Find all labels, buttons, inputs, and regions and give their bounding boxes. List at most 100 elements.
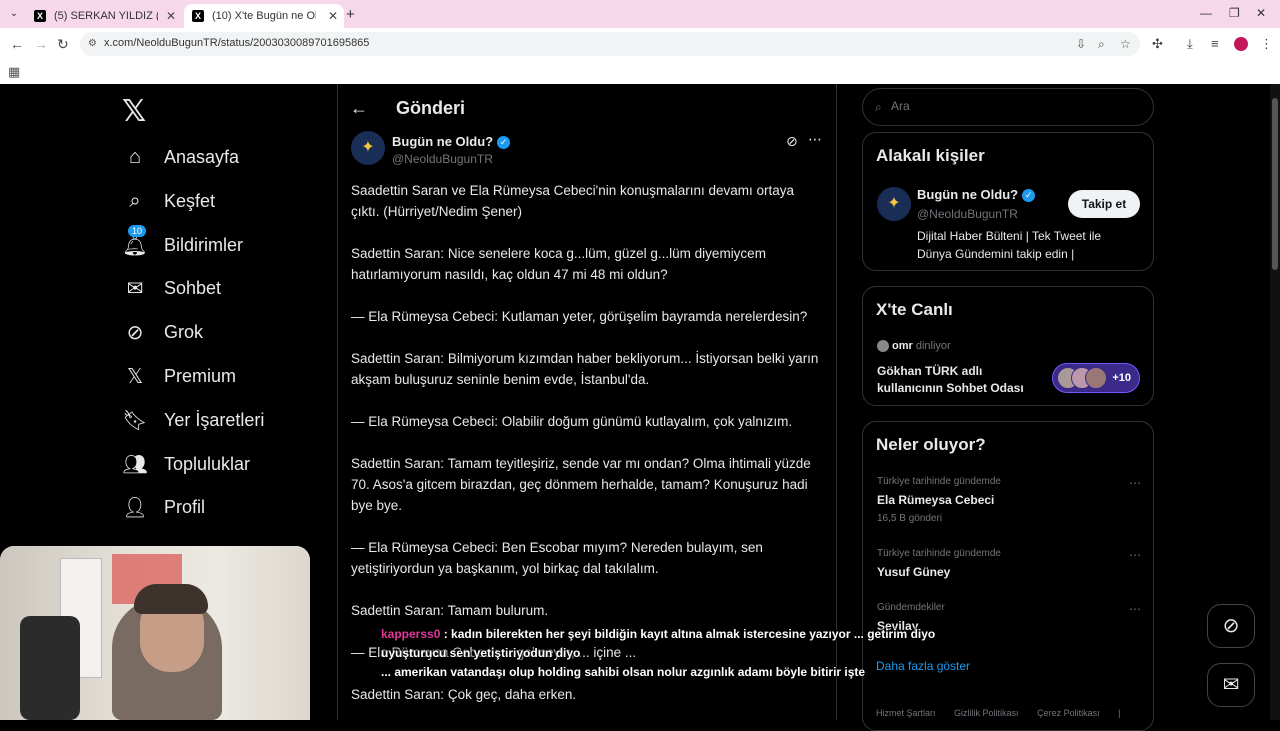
related-avatar[interactable]: ✦	[877, 187, 911, 221]
webcam-overlay	[0, 546, 310, 720]
card-title: Alakalı kişiler	[876, 146, 985, 165]
nav-label: Anasayfa	[164, 146, 240, 167]
install-icon[interactable]: ⇩	[1076, 37, 1086, 51]
webcam-hair	[134, 584, 208, 614]
apps-grid-icon[interactable]: ▦	[8, 64, 20, 80]
nav-label: Sohbet	[164, 277, 222, 298]
post-paragraph: — Ela Rümeysa Cebeci: Ben Escobar mıyım?…	[351, 540, 763, 576]
post-paragraph: Sadettin Saran: Bilmiyorum kızımdan habe…	[351, 351, 819, 387]
column-divider	[337, 84, 338, 720]
tab-close-icon[interactable]: ✕	[328, 4, 338, 28]
trend-context: Türkiye tarihinde gündemde	[877, 548, 1001, 559]
more-options-icon[interactable]: ⋯	[1129, 548, 1141, 562]
post-paragraph: Saadettin Saran ve Ela Rümeysa Cebeci'ni…	[351, 183, 795, 219]
search-bar[interactable]: ⌕	[862, 88, 1154, 126]
grok-fab-icon[interactable]: ⊘	[1207, 604, 1255, 648]
back-icon[interactable]: ←	[10, 36, 24, 52]
trend-item[interactable]: Türkiye tarihinde gündemde Ela Rümeysa C…	[877, 476, 1141, 524]
browser-tab[interactable]: X (5) SERKAN YILDIZ (@serkan80) ✕	[26, 4, 182, 28]
avatar	[877, 340, 889, 353]
browser-tab-active[interactable]: X (10) X'te Bugün ne Oldu?: "Saad ✕	[184, 4, 344, 28]
card-title: Neler oluyor?	[876, 435, 986, 454]
search-icon: ⌕	[875, 100, 882, 114]
nav-bookmarks[interactable]: 🔖︎ Yer İşaretleri	[122, 400, 264, 440]
nav-communities[interactable]: 👥︎ Topluluklar	[122, 444, 250, 484]
people-icon: 👥︎	[122, 453, 148, 476]
search-icon: ⌕	[129, 189, 141, 212]
chat-message: kapperss0 : kadın bilerekten her şeyi bi…	[381, 625, 941, 663]
chat-username: kapperss0	[381, 627, 441, 641]
search-input[interactable]	[891, 99, 1131, 113]
trend-context: Gündemdekiler	[877, 602, 945, 613]
tab-close-icon[interactable]: ✕	[166, 4, 176, 28]
reload-icon[interactable]: ↻	[57, 36, 69, 53]
extensions-icon[interactable]: ✣	[1152, 36, 1163, 52]
author-handle[interactable]: @NeolduBugunTR	[392, 152, 493, 166]
live-room-title[interactable]: Gökhan TÜRK adlı kullanıcının Sohbet Oda…	[877, 363, 1047, 397]
post-paragraph: Sadettin Saran: Nice senelere koca g...l…	[351, 246, 766, 282]
more-options-icon[interactable]: ⋯	[1129, 476, 1141, 490]
nav-label: Topluluklar	[164, 453, 251, 474]
menu-icon[interactable]: ⋮	[1260, 36, 1273, 52]
forward-icon[interactable]: →	[34, 36, 48, 52]
trend-item[interactable]: Türkiye tarihinde gündemde Yusuf Güney ⋯	[877, 548, 1141, 579]
nav-label: Keşfet	[164, 190, 216, 211]
related-name[interactable]: Bugün ne Oldu? ✓	[917, 187, 1036, 203]
nav-notifications[interactable]: 🔔︎ 10 Bildirimler	[122, 224, 243, 265]
live-user: omr dinliyor	[877, 340, 951, 353]
live-listeners[interactable]: +10	[1052, 363, 1140, 393]
zoom-icon[interactable]: ⌕	[1098, 37, 1105, 52]
author-name[interactable]: Bugün ne Oldu? ✓	[392, 134, 511, 150]
tab-title: (10) X'te Bugün ne Oldu?: "Saad	[212, 10, 316, 22]
more-options-icon[interactable]: ⋯	[1129, 602, 1141, 616]
footer-link: |	[1118, 708, 1121, 718]
minimize-icon[interactable]: —	[1200, 6, 1212, 20]
close-window-icon[interactable]: ✕	[1256, 6, 1266, 20]
notification-badge: 10	[128, 224, 147, 237]
footer-link[interactable]: Hizmet Şartları	[876, 708, 936, 718]
author-avatar[interactable]: ✦	[351, 131, 385, 165]
x-icon: 𝕏	[126, 365, 144, 388]
site-info-icon[interactable]: ⚙	[88, 38, 100, 50]
nav-label: Grok	[164, 321, 204, 342]
nav-messages[interactable]: ✉ Sohbet	[122, 268, 221, 308]
media-icon[interactable]: ≡	[1211, 36, 1219, 51]
browser-tab-bar: ⌄ X (5) SERKAN YILDIZ (@serkan80) ✕ X (1…	[0, 0, 1280, 28]
bookmark-star-icon[interactable]: ☆	[1120, 37, 1131, 51]
more-options-icon[interactable]: ⋯	[808, 131, 822, 148]
downloads-icon[interactable]: ⤓	[1187, 36, 1193, 52]
home-icon: ⌂	[128, 145, 142, 168]
tab-search-icon[interactable]: ⌄	[6, 6, 22, 22]
trend-count: 16,5 B gönderi	[877, 513, 943, 524]
footer-links: Hizmet Şartları Gizlilik Politikası Çere…	[876, 708, 1136, 718]
nav-premium[interactable]: 𝕏 Premium	[122, 356, 236, 396]
grok-icon: ⊘	[126, 321, 144, 344]
scrollbar[interactable]	[1270, 84, 1280, 720]
x-logo-icon[interactable]: 𝕏	[122, 94, 146, 129]
restore-icon[interactable]: ❐	[1229, 6, 1240, 20]
nav-grok[interactable]: ⊘ Grok	[122, 312, 203, 352]
related-handle[interactable]: @NeolduBugunTR	[917, 207, 1018, 221]
messages-fab-icon[interactable]: ✉	[1207, 663, 1255, 707]
nav-home[interactable]: ⌂ Anasayfa	[122, 137, 239, 177]
footer-link[interactable]: Çerez Politikası	[1037, 708, 1100, 718]
post-header: ← Gönderi	[350, 96, 465, 120]
nav-profile[interactable]: 👤︎ Profil	[122, 487, 205, 527]
footer-link[interactable]: Gizlilik Politikası	[954, 708, 1019, 718]
tab-title: (5) SERKAN YILDIZ (@serkan80)	[54, 10, 158, 22]
listener-count: +10	[1112, 372, 1131, 384]
nav-explore[interactable]: ⌕ Keşfet	[122, 181, 215, 221]
profile-avatar-icon[interactable]	[1234, 37, 1248, 51]
trend-name: Yusuf Güney	[877, 565, 951, 579]
back-arrow-icon[interactable]: ←	[350, 98, 368, 119]
x-favicon-icon: X	[192, 10, 204, 22]
grok-icon[interactable]: ⊘	[786, 133, 798, 150]
scroll-thumb[interactable]	[1272, 98, 1278, 270]
post-paragraph: — Ela Rümeysa Cebeci: Olabilir doğum gün…	[351, 414, 793, 429]
chat-message: ... amerikan vatandaşı olup holding sahi…	[381, 663, 941, 682]
new-tab-icon[interactable]: +	[346, 6, 355, 23]
url-text: x.com/NeolduBugunTR/status/2003030089701…	[104, 37, 370, 49]
post-paragraph: — Ela Rümeysa Cebeci: Kutlaman yeter, gö…	[351, 309, 808, 324]
url-field[interactable]: ⚙ x.com/NeolduBugunTR/status/20030300897…	[80, 32, 1140, 56]
follow-button[interactable]: Takip et	[1068, 190, 1140, 218]
